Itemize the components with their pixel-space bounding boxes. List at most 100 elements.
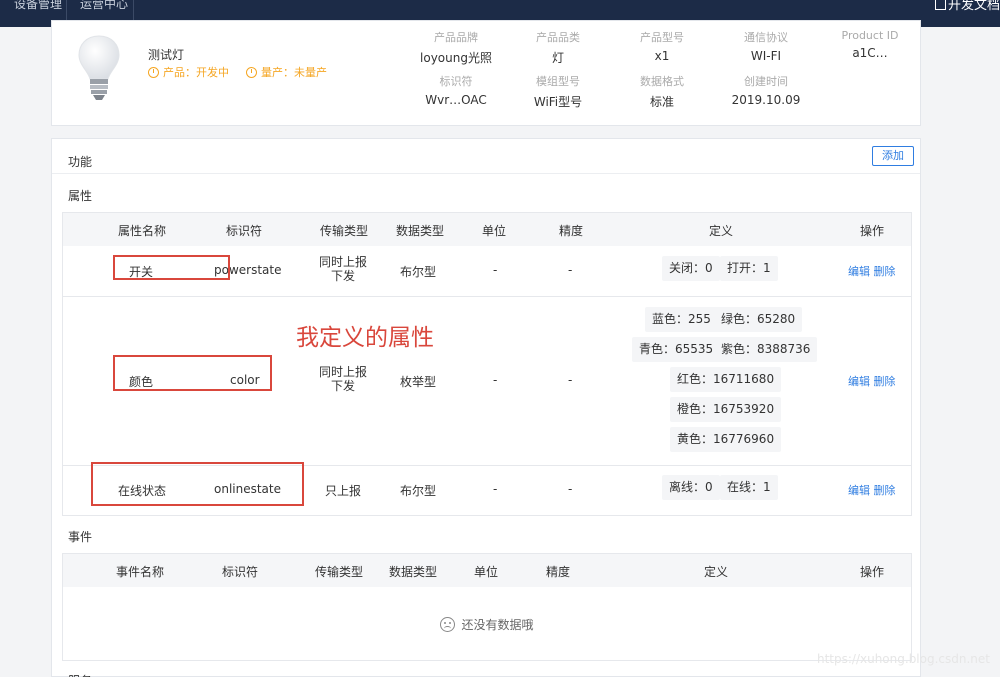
meta-module: 模组型号 WiFi型号 [508,73,608,110]
meta-key: 产品型号 [640,31,684,44]
col-datatype: 数据类型 [396,224,445,238]
services-title: 服务 [68,672,92,677]
meta-created: 创建时间 2019.10.09 [716,73,816,107]
meta-category: 产品品类灯 [508,29,608,66]
meta-key: 通信协议 [744,31,788,44]
delete-link[interactable]: 删除 [874,375,896,388]
definition-tag: 蓝色：255 [645,307,718,332]
events-table: 事件名称 标识符 传输类型 数据类型 单位 精度 定义 操作 还没有数据哦 [62,553,912,661]
delete-link[interactable]: 删除 [874,484,896,497]
meta-value: 标准 [649,95,674,109]
col-precision: 精度 [546,565,571,579]
edit-link[interactable]: 编辑 [848,484,870,497]
meta-value: loyoung光照 [420,51,492,65]
definition-tag: 黄色：16776960 [670,427,782,452]
row-precision: - [568,482,573,496]
light-bulb-icon [78,35,120,100]
annotation-text: 我定义的属性 [296,325,434,351]
col-actions: 操作 [860,565,885,579]
meta-key: 产品品类 [536,31,580,44]
meta-value: 2019.10.09 [731,93,801,107]
row-transport: 同时上报下发 [318,255,367,283]
definition-tag: 关闭：0 [662,256,720,281]
definition-tag: 绿色：65280 [714,307,803,332]
row-divider [63,296,911,297]
dev-doc-link[interactable]: 开发文档 [934,0,1000,13]
row-actions: 编辑 删除 [848,482,896,498]
functions-card: 功能 添加 属性 属性名称 标识符 传输类型 数据类型 单位 精度 定义 操作 … [51,138,921,677]
meta-key: 数据格式 [640,75,684,88]
clock-icon [148,67,159,78]
row-unit: - [493,373,498,387]
meta-product-id: Product ID a1C… [820,29,920,60]
row-precision: - [568,263,573,277]
definition-tag: 紫色：8388736 [714,337,818,362]
meta-value: 灯 [551,51,564,65]
table-header: 属性名称 标识符 传输类型 数据类型 单位 精度 定义 操作 [63,213,911,246]
meta-identifier: 标识符 Wvr…OAC [406,73,506,107]
row-actions: 编辑 删除 [848,373,896,389]
definition-tag: 在线：1 [720,475,778,500]
meta-value: WI-FI [750,49,782,63]
meta-value: x1 [654,49,670,63]
row-transport: 只上报 [325,484,362,498]
empty-state: 还没有数据哦 [63,616,911,633]
row-transport: 同时上报下发 [318,365,367,393]
table-header: 事件名称 标识符 传输类型 数据类型 单位 精度 定义 操作 [63,554,911,587]
meta-format: 数据格式 标准 [612,73,712,110]
nav-device-management[interactable]: 设备管理 [14,0,62,12]
dev-status: 产品：开发中 [163,66,229,79]
meta-key: 标识符 [439,75,473,88]
col-name: 事件名称 [116,565,165,579]
dev-doc-label: 开发文档 [947,0,1000,13]
edit-link[interactable]: 编辑 [848,265,870,278]
row-actions: 编辑 删除 [848,263,896,279]
meta-key: 产品品牌 [434,31,478,44]
functions-title: 功能 [68,155,93,169]
product-info-card: 测试灯 产品：开发中 量产：未量产 产品品牌 loyoung光照 产品品类灯 产品… [51,20,921,126]
watermark: https://xuhong.blog.csdn.net [816,652,990,666]
events-title: 事件 [68,530,93,544]
edit-link[interactable]: 编辑 [848,375,870,388]
col-actions: 操作 [860,224,885,238]
meta-brand: 产品品牌 loyoung光照 [406,29,506,66]
highlight-box [113,255,230,280]
col-name: 属性名称 [118,224,167,238]
empty-text: 还没有数据哦 [461,618,534,632]
row-datatype: 枚举型 [400,375,437,389]
sad-face-icon [440,617,456,632]
row-unit: - [493,482,498,496]
delete-link[interactable]: 删除 [874,265,896,278]
add-function-button[interactable]: 添加 [872,146,914,166]
meta-key: 模组型号 [536,75,580,88]
meta-key: Product ID [841,29,899,42]
col-identifier: 标识符 [226,224,263,238]
definition-tag: 离线：0 [662,475,720,500]
col-unit: 单位 [474,565,499,579]
meta-value: WiFi型号 [533,95,583,109]
clock-icon [246,67,257,78]
mass-status: 量产：未量产 [261,66,327,79]
row-unit: - [493,263,498,277]
product-name: 测试灯 [148,48,185,62]
col-transport: 传输类型 [320,224,369,238]
col-datatype: 数据类型 [389,565,438,579]
highlight-box [113,355,272,391]
product-status: 产品：开发中 量产：未量产 [148,64,327,80]
row-precision: - [568,373,573,387]
meta-protocol: 通信协议 WI-FI [716,29,816,63]
definition-tag: 打开：1 [720,256,778,281]
col-definition: 定义 [709,224,734,238]
document-icon [934,0,946,10]
col-transport: 传输类型 [315,565,364,579]
meta-value: a1C… [852,46,888,60]
col-definition: 定义 [704,565,729,579]
col-identifier: 标识符 [222,565,259,579]
nav-operation-center[interactable]: 运营中心 [80,0,128,12]
definition-tag: 红色：16711680 [670,367,782,392]
meta-value: Wvr…OAC [425,93,487,107]
row-datatype: 布尔型 [400,265,437,279]
col-unit: 单位 [482,224,507,238]
divider [52,173,920,174]
highlight-box [91,462,304,506]
